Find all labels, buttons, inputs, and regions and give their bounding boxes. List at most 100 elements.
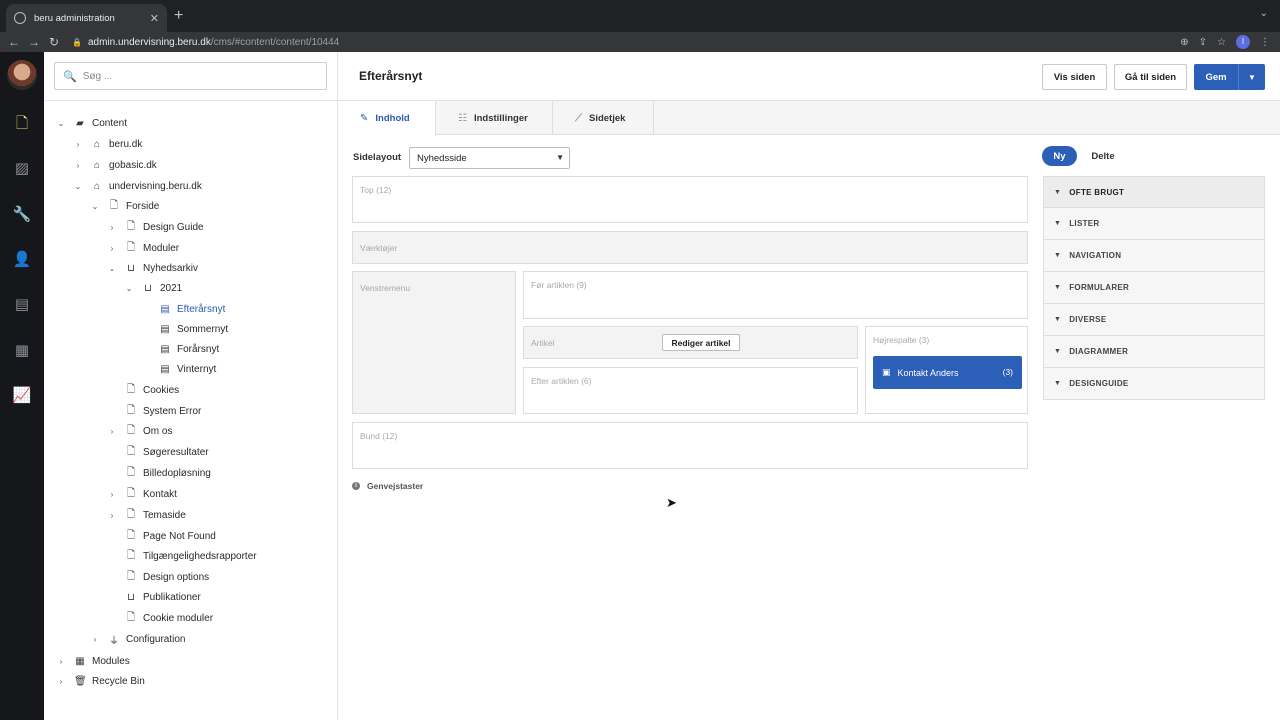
chevron-right-icon[interactable]: ›	[107, 223, 117, 232]
analytics-chart-icon[interactable]: 📈	[0, 386, 44, 404]
user-icon[interactable]: 👤	[0, 250, 44, 268]
media-image-icon[interactable]: ▨	[0, 159, 44, 177]
edit-article-button[interactable]: Rediger artikel	[662, 334, 740, 351]
reload-icon[interactable]: ↻	[44, 35, 64, 49]
tab-ny[interactable]: Ny	[1042, 146, 1077, 166]
bookmark-star-icon[interactable]: ☆	[1217, 37, 1226, 48]
chevron-right-icon[interactable]: ›	[73, 161, 83, 170]
widget-category[interactable]: ▼ FORMULARER	[1043, 272, 1265, 304]
tree-item[interactable]: › ▦ Modules	[56, 652, 130, 670]
tree-item[interactable]: ⊔ Publikationer	[107, 588, 201, 606]
profile-avatar[interactable]: I	[1236, 35, 1250, 49]
tree-item[interactable]: ▤ Efterårsnyt	[141, 300, 225, 318]
tree-item-label: Billedopløsning	[143, 467, 211, 479]
widget-category[interactable]: ▼ OFTE BRUGT	[1043, 176, 1265, 208]
chevron-down-icon[interactable]: ⌄	[90, 202, 100, 211]
go-to-page-button[interactable]: Gå til siden	[1114, 64, 1187, 90]
chevron-down-icon[interactable]: ⌄	[73, 182, 83, 191]
tree-item[interactable]: ⌄ ⊔ Nyhedsarkiv	[107, 259, 198, 277]
zone-efter-artiklen-label: Efter artiklen (6)	[531, 376, 592, 386]
tab-sidetjek[interactable]: ⟋ Sidetjek	[553, 101, 654, 135]
tree-item-label: Om os	[143, 425, 173, 437]
tree-item[interactable]: › 🗋 Temaside	[107, 506, 186, 524]
tree-item[interactable]: ▤ Vinternyt	[141, 360, 216, 378]
wrench-icon[interactable]: 🔧	[0, 205, 44, 223]
tree-item-label: Modules	[92, 655, 130, 667]
search-input[interactable]	[82, 70, 313, 82]
chevron-right-icon[interactable]: ›	[73, 140, 83, 149]
tree-item[interactable]: ▤ Forårsnyt	[141, 340, 219, 358]
chevron-right-icon[interactable]: ›	[90, 635, 100, 644]
close-icon[interactable]: ✕	[150, 12, 159, 25]
widget-category[interactable]: ▼ NAVIGATION	[1043, 240, 1265, 272]
chevron-down-icon[interactable]: ⌄	[124, 284, 134, 293]
zone-efter-artiklen[interactable]: Efter artiklen (6)	[523, 367, 858, 414]
keyboard-shortcuts-link[interactable]: i Genvejstaster	[352, 481, 423, 491]
table-icon[interactable]: ▦	[0, 341, 44, 359]
tree-item[interactable]: ⌄ ⊔ 2021	[124, 279, 183, 297]
back-icon[interactable]: ←	[4, 35, 24, 49]
chevron-right-icon[interactable]: ›	[56, 677, 66, 686]
tree-item[interactable]: ⌄ ▰ Content	[56, 114, 127, 132]
page-layout-select[interactable]: Nyhedsside ▼	[409, 147, 570, 169]
tree-item[interactable]: › ⏚ Configuration	[90, 630, 186, 648]
zone-hojrespalte[interactable]: Højrespalte (3) ▣ Kontakt Anders (3)	[865, 326, 1028, 414]
browser-tab[interactable]: beru administration ✕	[6, 4, 167, 32]
chevron-right-icon[interactable]: ›	[107, 490, 117, 499]
kebab-menu-icon[interactable]: ⋮	[1260, 37, 1270, 48]
tree-item[interactable]: › 🗑 Recycle Bin	[56, 672, 145, 690]
tree-item[interactable]: › 🗋 Moduler	[107, 239, 179, 257]
plug-icon: ⏚	[109, 635, 119, 647]
zone-venstremenu[interactable]: Venstremenu	[352, 271, 516, 414]
tree-item[interactable]: 🗋 Cookies	[107, 381, 179, 399]
chevron-down-icon[interactable]: ⌄	[107, 264, 117, 273]
tree-item[interactable]: 🗋 Tilgængelighedsrapporter	[107, 547, 257, 565]
view-page-button[interactable]: Vis siden	[1042, 64, 1107, 90]
zone-bund[interactable]: Bund (12)	[352, 422, 1028, 469]
tree-item[interactable]: › 🗋 Design Guide	[107, 218, 204, 236]
tab-indhold[interactable]: ✎ Indhold	[338, 101, 436, 136]
tree-item[interactable]: › ⌂ beru.dk	[73, 135, 143, 153]
widget-category[interactable]: ▼ DESIGNGUIDE	[1043, 368, 1265, 400]
tree-item[interactable]: › 🗋 Om os	[107, 422, 173, 440]
tree-item[interactable]: 🗋 Billedopløsning	[107, 464, 211, 482]
tree-item[interactable]: 🗋 Cookie moduler	[107, 609, 213, 627]
chevron-right-icon[interactable]: ›	[56, 657, 66, 666]
new-tab-button[interactable]: +	[174, 7, 183, 25]
share-icon[interactable]: ⇪	[1199, 37, 1207, 48]
forward-icon[interactable]: →	[24, 35, 44, 49]
tree-item[interactable]: 🗋 System Error	[107, 402, 201, 420]
url-field[interactable]: 🔒 admin.undervisning.beru.dk /cms/#conte…	[72, 37, 339, 48]
tab-search-icon[interactable]: ⌄	[1260, 8, 1268, 19]
chevron-right-icon[interactable]: ›	[107, 427, 117, 436]
tree-item[interactable]: › ⌂ gobasic.dk	[73, 156, 157, 174]
tree-item[interactable]: 🗋 Design options	[107, 568, 209, 586]
widget-category[interactable]: ▼ LISTER	[1043, 208, 1265, 240]
widget-category[interactable]: ▼ DIAGRAMMER	[1043, 336, 1265, 368]
widget-category[interactable]: ▼ DIVERSE	[1043, 304, 1265, 336]
tree-item-label: Cookie moduler	[143, 612, 214, 624]
chevron-right-icon[interactable]: ›	[107, 511, 117, 520]
chevron-right-icon[interactable]: ›	[107, 244, 117, 253]
zone-for-artiklen[interactable]: Før artiklen (9)	[523, 271, 1028, 319]
tree-item[interactable]: ▤ Sommernyt	[141, 320, 228, 338]
tab-delte[interactable]: Delte	[1084, 146, 1122, 166]
user-avatar[interactable]	[7, 60, 37, 90]
tree-item[interactable]: 🗋 Page Not Found	[107, 527, 216, 545]
zone-top[interactable]: Top (12)	[352, 176, 1028, 223]
save-options-chevron-icon[interactable]: ▼	[1239, 73, 1265, 82]
page-icon: 🗋	[126, 445, 136, 457]
chevron-down-icon[interactable]: ⌄	[56, 119, 66, 128]
content-page-icon[interactable]: 🗋	[0, 113, 44, 138]
tab-indstillinger[interactable]: ☷ Indstillinger	[436, 101, 553, 135]
zoom-icon[interactable]: ⊕	[1180, 37, 1188, 48]
search-box[interactable]: 🔍	[54, 62, 327, 90]
save-button[interactable]: Gem	[1194, 72, 1238, 83]
widget-kontakt-anders[interactable]: ▣ Kontakt Anders (3)	[873, 356, 1022, 389]
tree-item[interactable]: ⌄ ⌂ undervisning.beru.dk	[73, 177, 202, 195]
form-icon[interactable]: ▤	[0, 295, 44, 313]
tree-item[interactable]: 🗋 Søgeresultater	[107, 443, 209, 461]
tree-item[interactable]: ⌄ 🗋 Forside	[90, 197, 160, 215]
tree-item[interactable]: › 🗋 Kontakt	[107, 485, 177, 503]
zone-vaerktojer[interactable]: Værktøjer	[352, 231, 1028, 264]
